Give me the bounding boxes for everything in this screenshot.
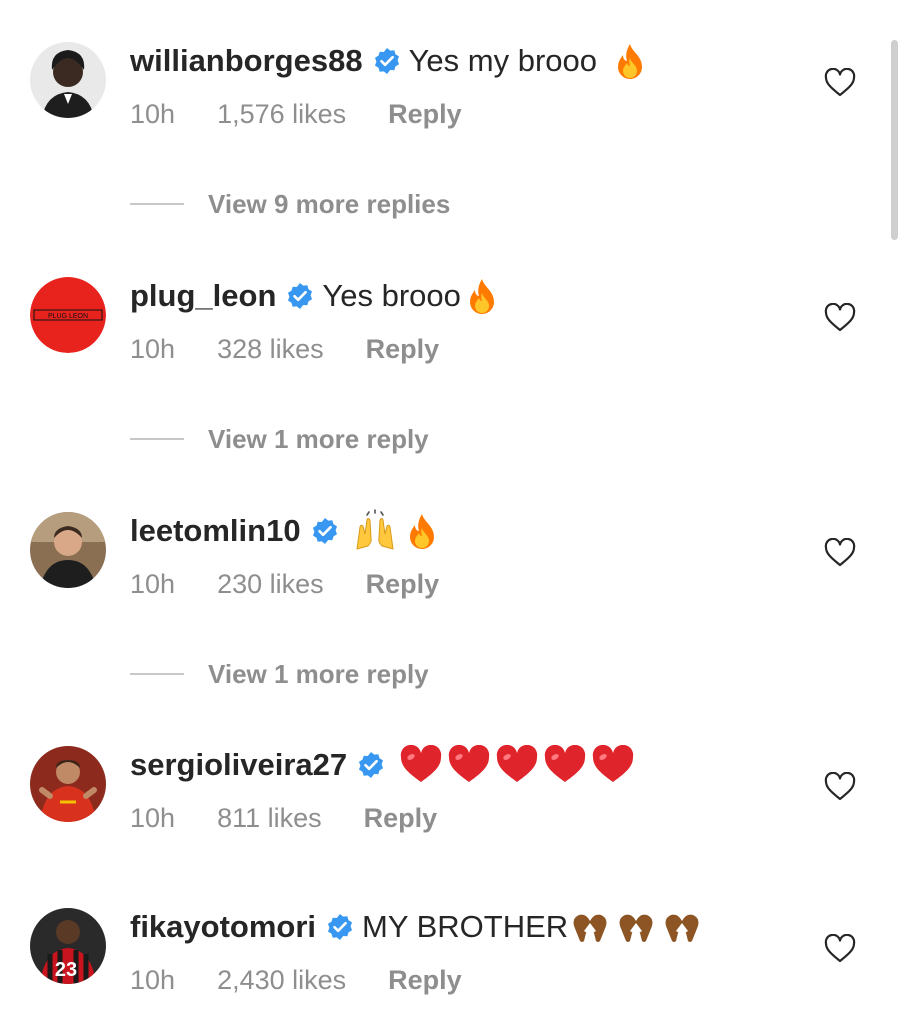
comment-username[interactable]: willianborges88 [130,38,363,84]
verified-badge-icon [286,282,314,310]
reply-button[interactable]: Reply [388,965,462,996]
view-more-dash [130,203,184,205]
like-heart-icon[interactable] [824,538,856,568]
comment-likes-count[interactable]: 328 likes [217,334,324,365]
red-heart-emoji [447,745,491,785]
avatar[interactable] [30,512,106,588]
fire-emoji [403,512,441,550]
comment-item: willianborges88 Yes my brooo 10h 1,576 l… [0,38,908,178]
comment-likes-count[interactable]: 1,576 likes [217,99,346,130]
comment-likes-count[interactable]: 2,430 likes [217,965,346,996]
like-heart-icon[interactable] [824,303,856,333]
view-more-dash [130,673,184,675]
view-more-label: View 1 more reply [208,423,429,454]
comment-timestamp: 10h [130,802,176,833]
fire-emoji [611,42,649,80]
avatar[interactable]: PLUG LEON [30,277,106,353]
reply-button[interactable]: Reply [366,334,440,365]
reply-button[interactable]: Reply [366,569,440,600]
comment-text: Yes my brooo [408,43,597,78]
comment-timestamp: 10h [130,333,176,364]
reply-button[interactable]: Reply [388,99,462,130]
like-heart-icon[interactable] [824,772,856,802]
comment-timestamp: 10h [130,964,176,995]
view-more-replies-button[interactable]: View 9 more replies [130,184,450,224]
raising-hands-emoji [353,509,397,553]
view-more-label: View 9 more replies [208,188,451,219]
verified-badge-icon [373,47,401,75]
verified-badge-icon [311,517,339,545]
comment-likes-count[interactable]: 230 likes [217,569,324,600]
avatar[interactable]: 23 [30,908,106,984]
view-more-replies-button[interactable]: View 1 more reply [130,419,429,459]
comment-likes-count[interactable]: 811 likes [217,803,322,834]
comment-item: PLUG LEON plug_leon Yes brooo 10h 328 li… [0,273,908,413]
red-heart-emoji [543,745,587,785]
view-more-replies-button[interactable]: View 1 more reply [130,654,429,694]
avatar-logo-text: PLUG LEON [48,313,88,320]
comment-item: sergioliveira27 10h 811 likes Reply [0,742,908,882]
heart-hands-emoji [570,911,610,943]
comment-username[interactable]: leetomlin10 [130,508,301,554]
verified-badge-icon [357,751,385,779]
comment-timestamp: 10h [130,568,176,599]
avatar[interactable] [30,746,106,822]
comment-item: 23 fikayotomori MY BROTHER 10h 2,430 lik… [0,904,908,1024]
view-more-label: View 1 more reply [208,658,429,689]
comment-username[interactable]: sergioliveira27 [130,742,347,788]
red-heart-emoji [399,745,443,785]
comment-timestamp: 10h [130,98,176,129]
svg-text:23: 23 [55,959,77,981]
comment-text: MY BROTHER [362,909,569,944]
verified-badge-icon [326,913,354,941]
like-heart-icon[interactable] [824,934,856,964]
view-more-dash [130,438,184,440]
red-heart-emoji [591,745,635,785]
like-heart-icon[interactable] [824,68,856,98]
fire-emoji [463,277,501,315]
comment-text: Yes brooo [322,278,461,313]
heart-hands-emoji [662,911,702,943]
avatar[interactable] [30,42,106,118]
heart-hands-emoji [616,911,656,943]
comment-username[interactable]: fikayotomori [130,904,316,950]
comment-item: leetomlin10 10h 230 likes Reply [0,508,908,648]
reply-button[interactable]: Reply [364,803,438,834]
comment-username[interactable]: plug_leon [130,273,276,319]
scrollbar[interactable] [891,40,898,240]
red-heart-emoji [495,745,539,785]
comments-screen: willianborges88 Yes my brooo 10h 1,576 l… [0,0,908,1024]
